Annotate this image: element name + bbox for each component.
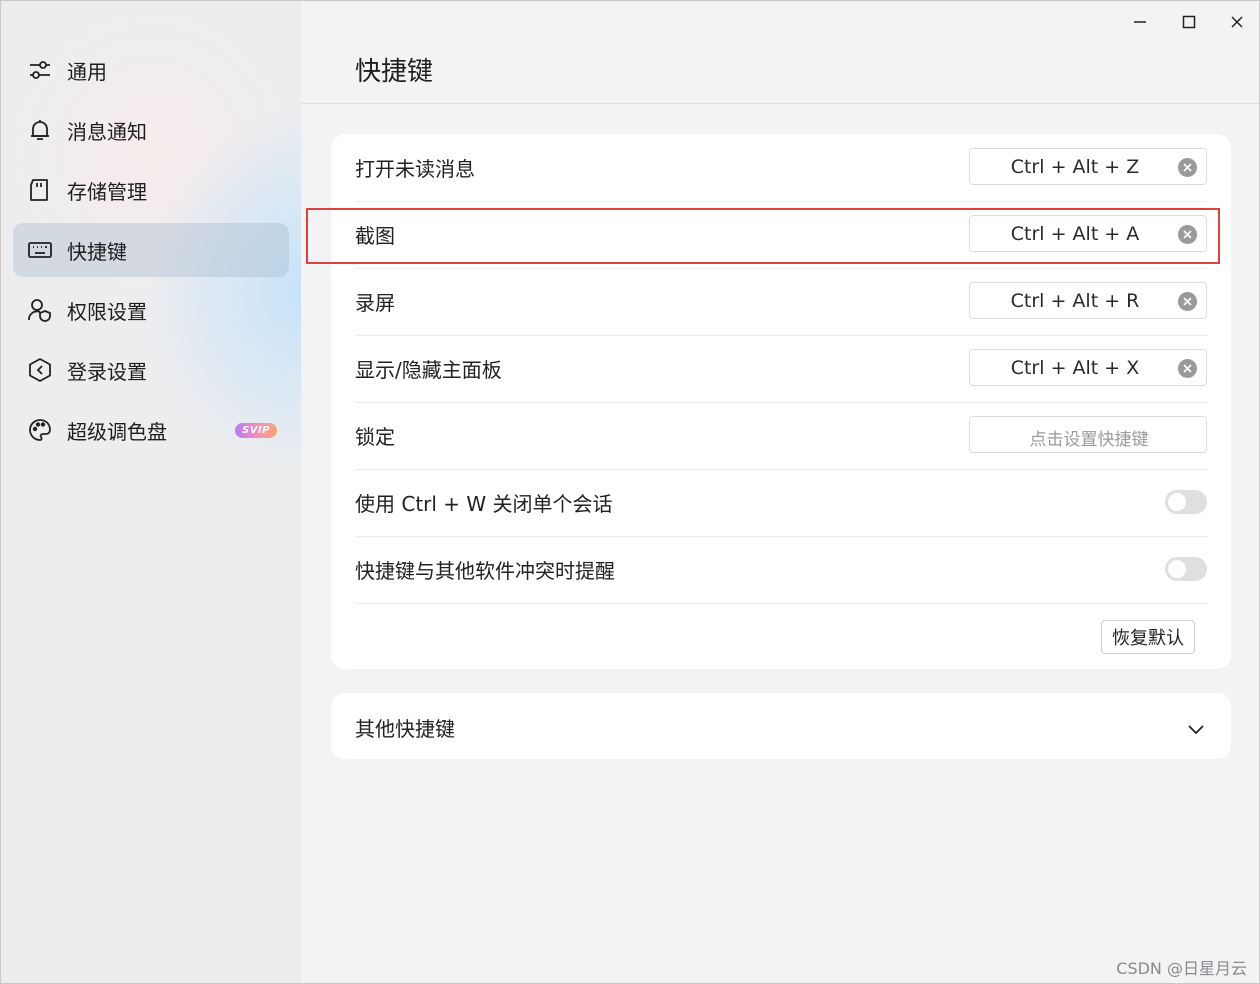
sidebar-item-login[interactable]: 登录设置 [13,343,289,397]
sidebar-item-label: 权限设置 [67,299,147,324]
shortcut-row-screenshot: 截图 Ctrl + Alt + A [355,201,1207,269]
bell-icon [27,117,53,143]
shortcut-row-open-unread: 打开未读消息 Ctrl + Alt + Z [355,134,1207,202]
header-divider [301,103,1259,104]
clear-hotkey-button[interactable] [1178,292,1197,311]
hotkey-value: Ctrl + Alt + Z [1010,156,1140,178]
sidebar-item-label: 登录设置 [67,359,147,384]
sidebar-item-label: 存储管理 [67,179,147,204]
toggle-knob [1168,493,1186,511]
minimize-button[interactable] [1127,9,1153,35]
other-shortcuts-section[interactable]: 其他快捷键 [331,693,1231,759]
shortcut-label: 打开未读消息 [355,157,475,181]
sidebar-item-label: 消息通知 [67,119,147,144]
clear-hotkey-button[interactable] [1178,225,1197,244]
ctrl-w-toggle[interactable] [1165,490,1207,514]
hotkey-input[interactable]: Ctrl + Alt + Z [969,148,1207,185]
close-icon [1231,16,1243,28]
app-window: 通用 消息通知 存储管理 快捷键 权限设置 登录设置 超级调色盘 SVIP 快捷… [0,0,1260,984]
toggle-label: 快捷键与其他软件冲突时提醒 [355,559,615,583]
hexagon-shield-icon [27,357,53,383]
sidebar-item-shortcuts[interactable]: 快捷键 [13,223,289,277]
clear-hotkey-button[interactable] [1178,158,1197,177]
sidebar: 通用 消息通知 存储管理 快捷键 权限设置 登录设置 超级调色盘 SVIP [1,1,301,983]
sliders-icon [27,57,53,83]
close-icon [1183,297,1192,306]
hotkey-input[interactable]: 点击设置快捷键 [969,416,1207,453]
page-title: 快捷键 [355,57,434,87]
maximize-button[interactable] [1176,9,1202,35]
sidebar-item-storage[interactable]: 存储管理 [13,163,289,217]
sidebar-item-general[interactable]: 通用 [13,43,289,97]
shortcut-row-toggle-panel: 显示/隐藏主面板 Ctrl + Alt + X [355,335,1207,403]
main-panel: 快捷键 打开未读消息 Ctrl + Alt + Z 截图 Ctrl + Alt … [301,1,1259,983]
keyboard-icon [27,237,53,263]
shortcut-label: 截图 [355,224,395,248]
shortcut-row-lock: 锁定 点击设置快捷键 [355,402,1207,470]
sidebar-item-palette[interactable]: 超级调色盘 SVIP [13,403,289,457]
toggle-label: 使用 Ctrl + W 关闭单个会话 [355,492,613,516]
sidebar-item-permissions[interactable]: 权限设置 [13,283,289,337]
hotkey-input[interactable]: Ctrl + Alt + A [969,215,1207,252]
close-icon [1183,163,1192,172]
sidebar-item-label: 通用 [67,59,107,84]
storage-card-icon [27,177,53,203]
clear-hotkey-button[interactable] [1178,359,1197,378]
hotkey-value: Ctrl + Alt + R [1010,290,1140,312]
reset-default-button[interactable]: 恢复默认 [1101,620,1195,654]
maximize-icon [1182,15,1196,29]
palette-icon [27,417,53,443]
shortcut-label: 录屏 [355,291,395,315]
toggle-row-ctrl-w: 使用 Ctrl + W 关闭单个会话 [355,469,1207,537]
other-shortcuts-label: 其他快捷键 [355,717,455,741]
hotkey-value: Ctrl + Alt + X [1010,357,1140,379]
hotkey-input[interactable]: Ctrl + Alt + X [969,349,1207,386]
sidebar-item-notifications[interactable]: 消息通知 [13,103,289,157]
toggle-knob [1168,560,1186,578]
shortcut-row-record: 录屏 Ctrl + Alt + R [355,268,1207,336]
sidebar-item-label: 快捷键 [67,239,127,264]
shortcuts-card: 打开未读消息 Ctrl + Alt + Z 截图 Ctrl + Alt + A [331,134,1231,669]
shortcut-label: 锁定 [355,425,395,449]
user-shield-icon [27,297,53,323]
close-icon [1183,230,1192,239]
chevron-down-icon [1188,725,1204,735]
watermark: CSDN @日星月云 [1116,959,1247,978]
conflict-alert-toggle[interactable] [1165,557,1207,581]
hotkey-placeholder: 点击设置快捷键 [1029,430,1149,450]
hotkey-input[interactable]: Ctrl + Alt + R [969,282,1207,319]
minimize-icon [1134,21,1146,23]
sidebar-item-label: 超级调色盘 [67,419,167,444]
close-button[interactable] [1224,9,1250,35]
shortcut-label: 显示/隐藏主面板 [355,358,502,382]
close-icon [1183,364,1192,373]
svip-badge: SVIP [235,423,277,438]
hotkey-value: Ctrl + Alt + A [1010,223,1140,245]
toggle-row-conflict-alert: 快捷键与其他软件冲突时提醒 [355,536,1207,604]
